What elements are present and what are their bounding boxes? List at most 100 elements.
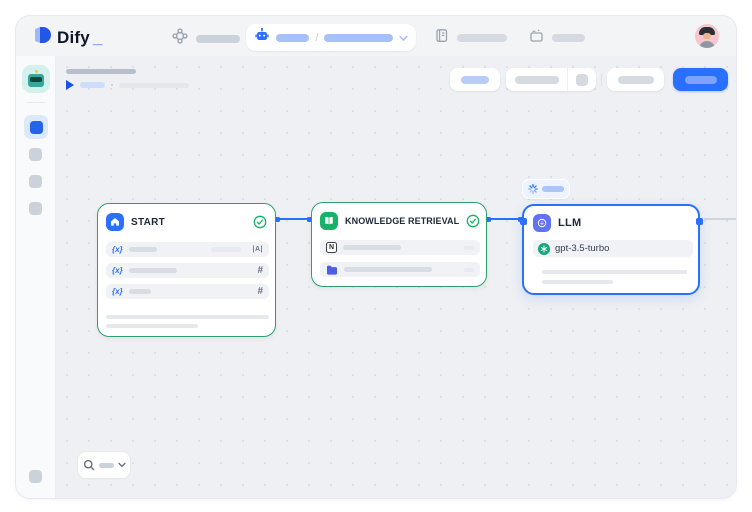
variable-icon: {x} — [112, 266, 123, 275]
description-placeholder — [542, 280, 613, 284]
node-llm[interactable]: LLM gpt-3.5-turbo — [522, 204, 700, 295]
nav-label-placeholder — [196, 35, 240, 43]
current-app-icon[interactable] — [22, 65, 50, 93]
variable-value-placeholder — [211, 247, 241, 252]
llm-brain-icon — [533, 214, 551, 232]
dataset-row: N — [320, 240, 480, 255]
spinner-icon — [528, 184, 538, 194]
workflow-active-icon — [30, 121, 43, 134]
publish-button[interactable] — [673, 68, 728, 91]
workflow-title-placeholder — [66, 69, 136, 74]
badge-label-placeholder — [542, 186, 564, 192]
workspace-name-placeholder — [276, 34, 309, 42]
node-start-header: START — [106, 213, 267, 231]
variable-row: {x} # — [106, 284, 269, 299]
dataset-meta-placeholder — [464, 268, 474, 272]
openai-icon — [538, 243, 550, 255]
node-title: START — [131, 217, 165, 228]
nav-item-workflow[interactable] — [172, 28, 240, 49]
dot-separator — [111, 84, 113, 86]
preview-button-group[interactable] — [506, 68, 596, 91]
type-number-icon: # — [257, 265, 263, 276]
check-circle-icon — [253, 215, 267, 229]
dataset-meta-placeholder — [464, 246, 474, 250]
autosave-placeholder — [119, 83, 189, 88]
monitor-sparkle-icon — [529, 28, 544, 48]
avatar-face — [703, 33, 711, 39]
variable-icon: {x} — [112, 245, 123, 254]
folder-icon — [326, 265, 338, 275]
preview-icon-segment[interactable] — [568, 68, 596, 91]
home-icon — [106, 213, 124, 231]
avatar-body — [699, 41, 715, 48]
variable-name-placeholder — [129, 289, 151, 294]
dify-logo-icon — [32, 25, 52, 50]
logo-text: Dify — [57, 28, 90, 48]
dify-logo[interactable]: Dify _ — [32, 25, 102, 50]
output-handle[interactable] — [696, 218, 703, 225]
workflow-canvas[interactable]: START {x} |A| {x} # {x} # — [56, 56, 736, 498]
nav-item-explore[interactable] — [529, 28, 585, 48]
app-name-placeholder — [324, 34, 393, 42]
sidebar-item-4[interactable] — [29, 202, 42, 215]
sidebar-item-3[interactable] — [29, 175, 42, 188]
node-title: LLM — [558, 217, 582, 229]
sidebar-item-2[interactable] — [29, 148, 42, 161]
draft-status-row — [66, 80, 189, 90]
type-number-icon: # — [257, 286, 263, 297]
node-knowledge-header: KNOWLEDGE RETRIEVAL — [320, 212, 478, 230]
notion-icon: N — [326, 242, 337, 253]
left-rail — [16, 56, 56, 498]
description-placeholder — [106, 315, 269, 319]
logo-underscore: _ — [93, 28, 102, 48]
check-circle-icon — [466, 214, 480, 228]
play-icon[interactable] — [66, 80, 74, 90]
preview-icon-placeholder — [576, 74, 588, 86]
zoom-control[interactable] — [78, 452, 130, 478]
node-title: KNOWLEDGE RETRIEVAL — [345, 216, 459, 226]
zoom-level-placeholder — [99, 463, 114, 468]
edge-llm-next — [704, 218, 736, 220]
toolbar-divider — [601, 74, 602, 86]
nav-item-knowledge[interactable] — [434, 28, 507, 48]
breadcrumb-separator: / — [315, 32, 318, 44]
run-button-label-placeholder — [461, 76, 489, 84]
edge-knowledge-llm — [487, 218, 522, 220]
variable-icon: {x} — [112, 287, 123, 296]
sidebar-item-settings[interactable] — [29, 470, 42, 483]
type-text-icon: |A| — [253, 246, 263, 253]
run-button[interactable] — [450, 68, 500, 91]
magnifier-icon — [83, 459, 95, 471]
chevron-down-icon[interactable] — [399, 29, 408, 47]
dataset-name-placeholder — [344, 267, 432, 272]
run-label-placeholder — [80, 82, 105, 88]
app-window: Dify _ — [16, 16, 736, 498]
nav-label-placeholder — [457, 34, 507, 42]
description-placeholder — [106, 324, 198, 328]
edge-start-knowledge — [276, 218, 311, 220]
sidebar-item-workflow-active[interactable] — [24, 115, 48, 139]
description-placeholder — [542, 270, 687, 274]
chevron-down-icon[interactable] — [118, 462, 126, 468]
node-start[interactable]: START {x} |A| {x} # {x} # — [97, 203, 276, 337]
features-button[interactable] — [607, 68, 664, 91]
variable-name-placeholder — [129, 268, 177, 273]
notebook-icon — [434, 28, 449, 48]
input-handle[interactable] — [520, 218, 527, 225]
nav-label-placeholder — [552, 34, 585, 42]
robot-icon — [254, 27, 270, 48]
top-bar: Dify _ — [16, 16, 736, 56]
rail-divider — [26, 102, 46, 103]
robot-app-icon — [28, 74, 44, 87]
model-name: gpt-3.5-turbo — [555, 243, 609, 254]
model-row: gpt-3.5-turbo — [533, 240, 693, 257]
preview-segment[interactable] — [506, 68, 567, 91]
features-label-placeholder — [618, 76, 654, 84]
variable-name-placeholder — [129, 247, 157, 252]
variable-row: {x} |A| — [106, 242, 269, 257]
app-breadcrumb[interactable]: / — [246, 24, 416, 51]
user-avatar[interactable] — [695, 24, 719, 48]
node-knowledge-retrieval[interactable]: KNOWLEDGE RETRIEVAL N — [311, 202, 487, 287]
open-book-icon — [320, 212, 338, 230]
node-llm-header: LLM — [533, 214, 690, 232]
